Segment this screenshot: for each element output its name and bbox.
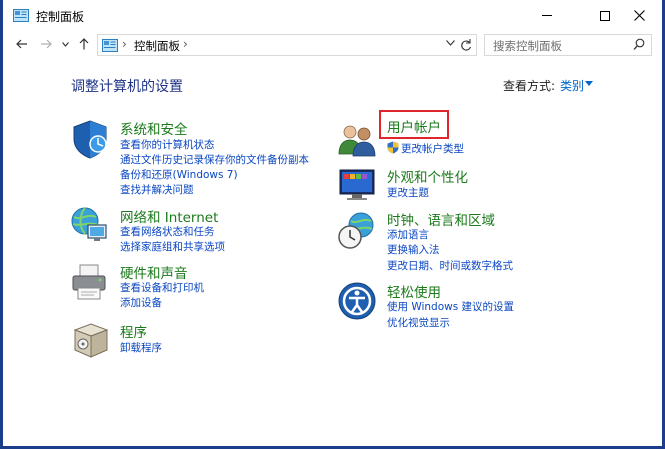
link-change-theme[interactable]: 更改主题 (387, 185, 429, 200)
link-view-computer-status[interactable]: 查看你的计算机状态 (120, 137, 215, 152)
category-ease-of-access[interactable]: 轻松使用 (387, 281, 441, 301)
search-input[interactable]: 搜索控制面板 (484, 34, 652, 56)
link-uninstall-program[interactable]: 卸载程序 (120, 340, 162, 355)
category-clock-language-region[interactable]: 时钟、语言和区域 (387, 209, 495, 229)
view-by-label: 查看方式: (503, 79, 556, 93)
navigation-bar: › 控制面板 › 搜索控制面板 (3, 31, 662, 59)
breadcrumb-control-panel[interactable]: 控制面板 (134, 38, 180, 54)
category-system-security[interactable]: 系统和安全 (120, 118, 188, 138)
chevron-down-icon[interactable] (446, 40, 455, 46)
search-placeholder: 搜索控制面板 (493, 39, 562, 53)
programs-box-icon[interactable] (71, 320, 111, 360)
window-title: 控制面板 (36, 10, 85, 24)
maximize-icon (600, 10, 610, 21)
link-network-status[interactable]: 查看网络状态和任务 (120, 224, 215, 239)
refresh-icon[interactable] (460, 38, 472, 52)
search-icon[interactable] (633, 38, 645, 52)
clock-globe-icon[interactable] (337, 211, 377, 251)
link-change-date-time-format[interactable]: 更改日期、时间或数字格式 (387, 258, 513, 273)
view-by-dropdown[interactable]: 类别 (560, 77, 584, 94)
accessibility-icon[interactable] (337, 281, 377, 321)
link-devices-printers[interactable]: 查看设备和打印机 (120, 280, 204, 295)
link-change-input-method[interactable]: 更换输入法 (387, 242, 440, 257)
control-panel-window: 控制面板 › 控制面板 › 搜索控制面板 调整计算机的设置 查看方式: 类别 系… (0, 0, 665, 449)
network-globe-icon[interactable] (69, 205, 109, 245)
link-troubleshoot[interactable]: 查找并解决问题 (120, 182, 194, 197)
back-arrow-icon (16, 39, 27, 49)
title-bar: 控制面板 (3, 0, 662, 31)
printer-icon[interactable] (69, 262, 109, 302)
forward-button[interactable] (37, 34, 55, 54)
link-add-device[interactable]: 添加设备 (120, 295, 162, 310)
category-programs[interactable]: 程序 (120, 321, 147, 341)
link-optimize-visual-display[interactable]: 优化视觉显示 (387, 315, 450, 330)
users-icon[interactable] (337, 120, 377, 160)
dropdown-arrow-icon[interactable] (585, 81, 593, 86)
category-network-internet[interactable]: 网络和 Internet (120, 206, 218, 226)
link-homegroup-sharing[interactable]: 选择家庭组和共享选项 (120, 239, 225, 254)
link-add-language[interactable]: 添加语言 (387, 227, 429, 242)
control-panel-icon (102, 39, 118, 52)
link-file-history-backup[interactable]: 通过文件历史记录保存你的文件备份副本 (120, 152, 309, 167)
shield-icon[interactable] (70, 119, 110, 159)
chevron-down-icon (61, 41, 69, 47)
page-heading: 调整计算机的设置 (71, 79, 183, 95)
category-user-accounts[interactable]: 用户帐户 (387, 116, 441, 136)
close-button[interactable] (616, 0, 662, 31)
breadcrumb-separator[interactable]: › (183, 37, 188, 51)
link-backup-restore[interactable]: 备份和还原(Windows 7) (120, 167, 238, 182)
recent-locations-button[interactable] (59, 34, 71, 54)
category-appearance[interactable]: 外观和个性化 (387, 166, 468, 186)
monitor-palette-icon[interactable] (337, 165, 377, 205)
forward-arrow-icon (41, 39, 52, 49)
up-button[interactable] (75, 34, 93, 54)
address-bar[interactable]: › 控制面板 › (97, 34, 477, 56)
link-change-account-type[interactable]: 更改帐户类型 (401, 141, 464, 156)
breadcrumb-separator[interactable]: › (122, 37, 127, 51)
back-button[interactable] (13, 34, 31, 54)
close-icon (633, 10, 645, 21)
control-panel-icon (13, 9, 29, 22)
minimize-icon (542, 15, 552, 16)
link-recommended-settings[interactable]: 使用 Windows 建议的设置 (387, 299, 514, 314)
uac-shield-icon (387, 141, 399, 154)
minimize-button[interactable] (524, 0, 570, 31)
up-arrow-icon (79, 38, 89, 50)
category-hardware-sound[interactable]: 硬件和声音 (120, 262, 188, 282)
